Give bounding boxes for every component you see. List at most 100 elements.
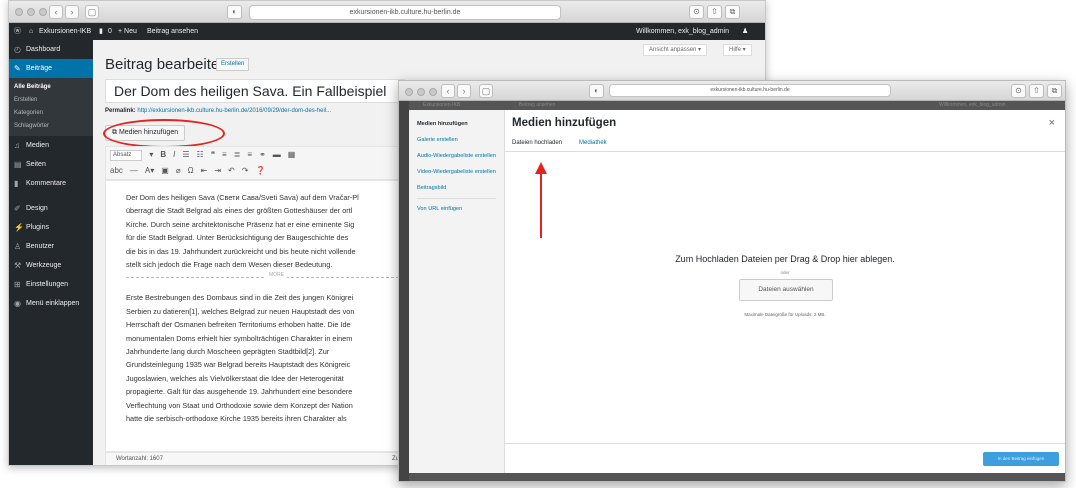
privacy-shield-icon[interactable]: ◐: [589, 84, 604, 98]
media-router-menu: Medien hinzufügen Galerie erstellen Audi…: [409, 110, 505, 473]
comments-icon: ▮: [14, 179, 19, 188]
submenu-tags[interactable]: Schlagwörter: [9, 120, 93, 133]
editor-line: Verflechtung von Staat und Orthodoxie so…: [126, 400, 353, 410]
editor-line: Jugoslawien, welches als Vielvölkerstaat…: [126, 373, 344, 383]
link-icon[interactable]: ⚭: [259, 150, 266, 161]
plugin-icon: ⚡: [14, 223, 24, 232]
redo-icon[interactable]: ↷: [242, 166, 249, 175]
admin-greeting[interactable]: Willkommen, exk_blog_admin: [636, 23, 729, 40]
sidebar-item-plugins[interactable]: ⚡ Plugins: [9, 218, 93, 237]
admin-site-name[interactable]: Exkursionen-IKB: [39, 23, 91, 40]
format-select[interactable]: Absatz: [110, 150, 143, 161]
indent-icon[interactable]: ⇥: [214, 166, 221, 175]
browser-toolbar: ‹ › ▢ ◐ exkursionen-ikb.culture.hu-berli…: [9, 1, 765, 23]
share-icon[interactable]: ⇧: [1029, 84, 1044, 98]
paste-text-icon[interactable]: ▣: [161, 166, 169, 175]
tabs-icon[interactable]: ⧉: [1047, 84, 1062, 98]
text-color-icon[interactable]: A▾: [145, 166, 154, 175]
sidebar-item-settings[interactable]: ⊞ Einstellungen: [9, 275, 93, 294]
submenu-all-posts[interactable]: Alle Beiträge: [9, 81, 93, 94]
download-icon[interactable]: ⊙: [689, 5, 704, 19]
back-button[interactable]: ‹: [49, 5, 63, 19]
tab-media-library[interactable]: Mediathek: [579, 140, 607, 146]
comments-icon[interactable]: ▮: [99, 23, 103, 40]
window-controls[interactable]: [405, 88, 437, 96]
bullet-list-icon[interactable]: ☰: [182, 150, 189, 161]
submenu-categories[interactable]: Kategorien: [9, 107, 93, 120]
privacy-shield-icon[interactable]: ◐: [227, 5, 242, 19]
editor-line: überragt die Stadt Belgrad als eines der…: [126, 206, 353, 216]
insert-into-post-button[interactable]: In den Beitrag einfügen: [983, 452, 1059, 466]
editor-line: monumentalen Doms erhielt hier symbolträ…: [126, 333, 353, 343]
italic-icon[interactable]: I: [173, 150, 175, 161]
post-title-input[interactable]: Der Dom des heiligen Sava. Ein Fallbeisp…: [105, 79, 405, 103]
screen-options-button[interactable]: Ansicht anpassen ▾: [643, 44, 708, 56]
align-right-icon[interactable]: ≡: [247, 150, 252, 161]
sidebar-item-pages[interactable]: ▤ Seiten: [9, 155, 93, 174]
menu-divider: [417, 198, 496, 199]
sidebar-item-design[interactable]: ✐ Design: [9, 199, 93, 218]
permalink-url[interactable]: http://exkursionen-ikb.culture.hu-berlin…: [137, 108, 331, 114]
horizontal-line-icon[interactable]: —: [130, 166, 138, 175]
sidebar-item-collapse[interactable]: ◉ Menü einklappen: [9, 294, 93, 313]
window-controls[interactable]: [15, 8, 47, 16]
avatar[interactable]: ♟: [742, 23, 748, 40]
comments-count[interactable]: 0: [108, 23, 112, 40]
tabs-icon[interactable]: ⧉: [725, 5, 740, 19]
media-menu-video-playlist[interactable]: Video-Wiedergabeliste erstellen: [409, 168, 504, 176]
blockquote-icon[interactable]: ❝: [211, 150, 215, 161]
numbered-list-icon[interactable]: ☷: [197, 150, 204, 161]
sidebar-item-dashboard[interactable]: ◴ Dashboard: [9, 40, 93, 59]
special-char-icon[interactable]: Ω: [188, 166, 194, 175]
undo-icon[interactable]: ↶: [228, 166, 235, 175]
media-menu-featured-image[interactable]: Beitragsbild: [409, 184, 504, 192]
align-center-icon[interactable]: ≣: [234, 150, 241, 161]
submenu-create[interactable]: Erstellen: [9, 94, 93, 107]
sidebar-item-media[interactable]: ♫ Medien: [9, 136, 93, 155]
forward-button[interactable]: ›: [457, 84, 471, 98]
post-editor[interactable]: Der Dom des heiligen Sava (Свети Сава/Sv…: [105, 180, 405, 452]
clear-format-icon[interactable]: ⌀: [176, 166, 181, 175]
align-left-icon[interactable]: ≡: [222, 150, 227, 161]
media-toolbar: In den Beitrag einfügen: [505, 443, 1065, 473]
media-menu-audio-playlist[interactable]: Audio-Wiedergabeliste erstellen: [409, 152, 504, 160]
upload-drop-zone[interactable]: Zum Hochladen Dateien per Drag & Drop hi…: [505, 152, 1065, 443]
close-icon[interactable]: ×: [1049, 117, 1055, 129]
dimmed-admin-bar: Exkursionen-IKB Beitrag ansehen Willkomm…: [399, 101, 1065, 110]
media-menu-insert-from-url[interactable]: Von URL einfügen: [409, 205, 504, 213]
dropdown-arrow-icon[interactable]: ▾: [149, 150, 153, 161]
help-icon[interactable]: ❓: [255, 166, 265, 175]
select-files-button[interactable]: Dateien auswählen: [739, 279, 833, 301]
editor-line: hatte die serbisch-orthodoxe Kirche 1935…: [126, 414, 347, 424]
sidebar-item-comments[interactable]: ▮ Kommentare: [9, 174, 93, 193]
forward-button[interactable]: ›: [65, 5, 79, 19]
share-icon[interactable]: ⇧: [707, 5, 722, 19]
view-post-link[interactable]: Beitrag ansehen: [147, 23, 198, 40]
create-post-button[interactable]: Erstellen: [216, 58, 250, 71]
sidebar-item-posts[interactable]: ✎ Beiträge: [9, 59, 93, 78]
download-icon[interactable]: ⊙: [1011, 84, 1026, 98]
media-menu-add-media[interactable]: Medien hinzufügen: [409, 120, 504, 128]
more-tag-icon[interactable]: ▬: [273, 150, 281, 161]
tab-upload-files[interactable]: Dateien hochladen: [512, 140, 562, 146]
bold-icon[interactable]: B: [160, 150, 166, 161]
sidebar-item-tools[interactable]: ⚒ Werkzeuge: [9, 256, 93, 275]
wp-logo-icon[interactable]: ⓦ: [14, 23, 21, 40]
media-menu-create-gallery[interactable]: Galerie erstellen: [409, 136, 504, 144]
new-menu[interactable]: + Neu: [118, 23, 137, 40]
editor-line: Herrschaft der Osmanen befreiten Territo…: [126, 320, 351, 330]
home-icon[interactable]: ⌂: [29, 23, 33, 40]
help-button[interactable]: Hilfe ▾: [723, 44, 752, 56]
sidebar-item-users[interactable]: ♙ Benutzer: [9, 237, 93, 256]
sidebar-toggle-icon[interactable]: ▢: [479, 84, 493, 98]
modal-title: Medien hinzufügen: [512, 117, 617, 129]
editor-line: Jahrhunderte lang durch Moscheen geprägt…: [126, 347, 330, 357]
strikethrough-icon[interactable]: abc: [110, 166, 123, 175]
sidebar-toggle-icon[interactable]: ▢: [85, 5, 99, 19]
address-bar[interactable]: exkursionen-ikb.culture.hu-berlin.de: [249, 5, 561, 20]
toolbar-toggle-icon[interactable]: ▦: [288, 150, 296, 161]
editor-line: die bis in das 19. Jahrhundert zurückrei…: [126, 246, 356, 256]
back-button[interactable]: ‹: [441, 84, 455, 98]
outdent-icon[interactable]: ⇤: [201, 166, 208, 175]
address-bar[interactable]: exkursionen-ikb.culture.hu-berlin.de: [609, 84, 891, 97]
